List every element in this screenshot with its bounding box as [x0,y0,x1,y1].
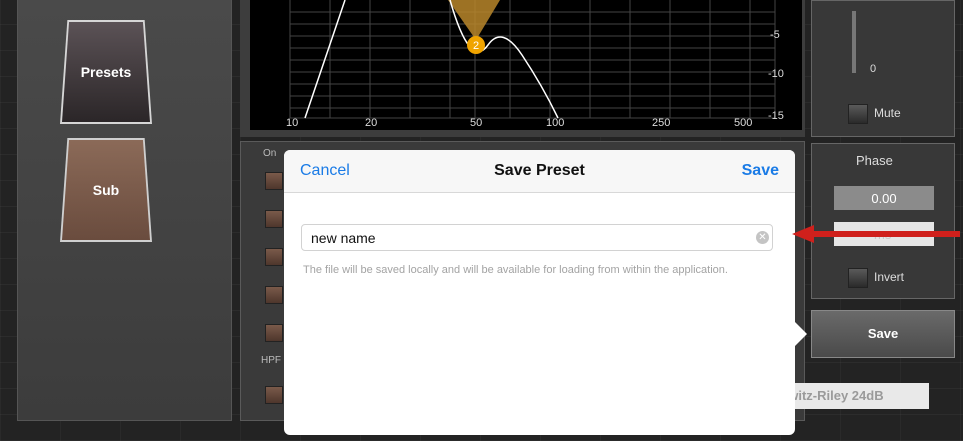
y-tick-minus-10: -10 [768,68,784,80]
phase-value: 0.00 [871,191,897,206]
toggle-1[interactable] [265,172,283,190]
dialog-header: Cancel Save Preset Save [284,150,795,193]
popover-pointer [795,322,807,346]
mute-toggle[interactable] [848,104,868,124]
toggle-3[interactable] [265,248,283,266]
x-tick-500: 500 [734,117,753,129]
filter-type-label: kwitz-Riley 24dB [781,388,884,403]
save-hint-text: The file will be saved locally and will … [303,264,728,276]
level-panel: 0 Mute [811,0,955,137]
x-tick-50: 50 [470,117,483,129]
toggle-2[interactable] [265,210,283,228]
hpf-toggle[interactable] [265,386,283,404]
level-slider-track[interactable] [852,11,856,73]
panel-save-button[interactable]: Save [811,310,955,358]
x-tick-100: 100 [546,117,565,129]
phase-label: Phase [856,153,893,168]
save-preset-dialog: Cancel Save Preset Save ✕ The file will … [284,150,795,435]
on-label: On [263,148,277,159]
dialog-title: Save Preset [494,162,585,179]
level-value: 0 [870,63,877,75]
x-tick-20: 20 [365,117,378,129]
invert-toggle[interactable] [848,268,868,288]
y-tick-minus-5: -5 [770,29,780,41]
frequency-graph[interactable]: 2 10 20 50 100 250 500 -5 -10 -15 [250,0,802,130]
hpf-label: HPF [261,355,281,366]
toggle-5[interactable] [265,324,283,342]
y-tick-minus-15: -15 [768,110,784,122]
save-button[interactable]: Save [742,162,779,180]
sub-button-label: Sub [92,182,120,198]
panel-save-label: Save [867,326,899,341]
arrow-annotation-icon [792,225,960,243]
presets-button-label: Presets [80,64,132,80]
mute-label: Mute [874,106,901,120]
x-tick-250: 250 [652,117,671,129]
band-marker-label: 2 [473,40,479,52]
sub-button[interactable]: Sub [62,140,150,240]
graph-svg: 2 [289,0,776,119]
filter-type-select[interactable]: kwitz-Riley 24dB [781,383,929,409]
preset-name-input[interactable] [301,224,773,251]
phase-panel: Phase 0.00 ms Invert [811,143,955,299]
invert-label: Invert [874,270,905,284]
presets-button[interactable]: Presets [62,22,150,122]
clear-text-icon[interactable]: ✕ [756,231,769,244]
x-tick-10: 10 [286,117,299,129]
phase-value-field[interactable]: 0.00 [834,186,934,210]
toggle-4[interactable] [265,286,283,304]
